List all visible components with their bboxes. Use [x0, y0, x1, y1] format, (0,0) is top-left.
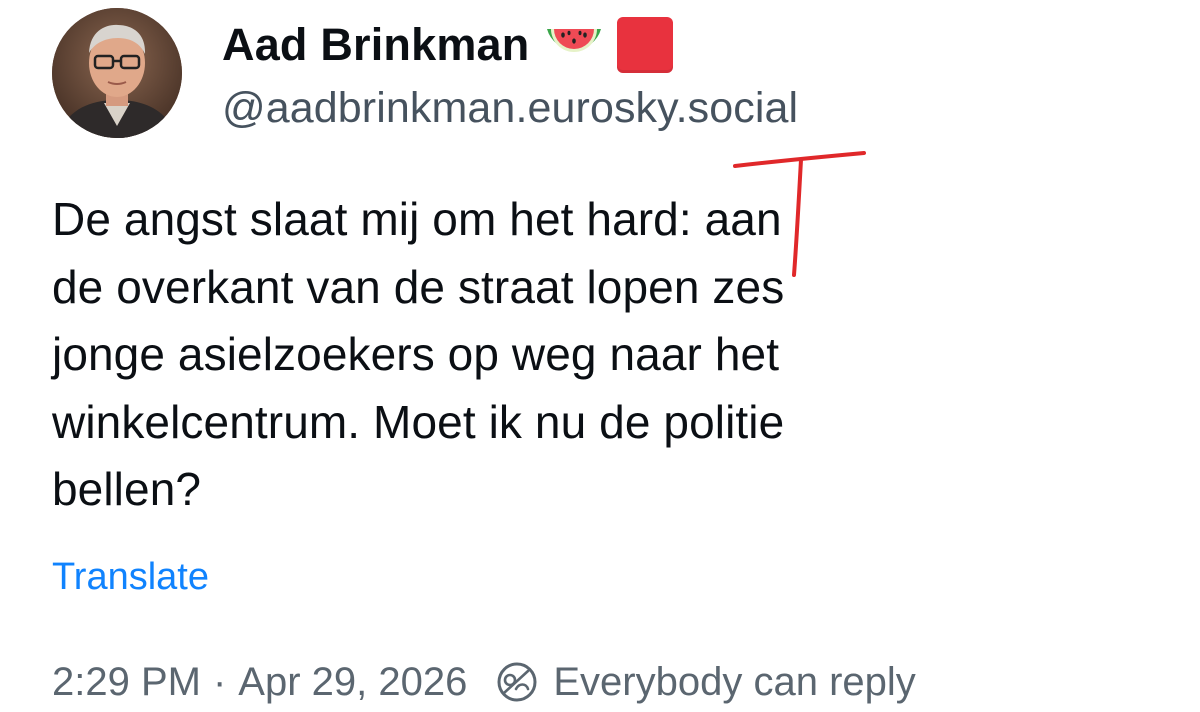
post-text-line: jonge asielzoekers op weg naar het [52, 328, 780, 380]
post-text-line: De angst slaat mij om het hard: aan [52, 193, 782, 245]
meta-separator: · [212, 659, 227, 704]
translate-link[interactable]: Translate [52, 556, 209, 599]
author-handle[interactable]: @aadbrinkman.eurosky.social [222, 84, 798, 133]
avatar[interactable] [52, 8, 182, 138]
post-text-line: de overkant van de straat lopen zes [52, 260, 785, 313]
post-text: De angst slaat mij om het hard: aan de o… [52, 186, 1052, 524]
watermelon-icon [547, 29, 602, 52]
author-display-name-row[interactable]: Aad Brinkman [222, 14, 674, 76]
avatar-photo [52, 8, 182, 138]
reply-setting-label[interactable]: Everybody can reply [553, 660, 915, 705]
post-time: 2:29 PM [52, 659, 201, 704]
post-date: Apr 29, 2026 [238, 659, 468, 704]
author-display-name[interactable]: Aad Brinkman [222, 19, 529, 71]
post-text-line: winkelcentrum. Moet ik nu de politie [52, 395, 785, 448]
post-meta: 2:29 PM · Apr 29, 2026 Everybody can rep… [52, 652, 916, 712]
post-text-line: bellen? [52, 463, 202, 515]
red-square-icon [617, 17, 674, 73]
reply-setting-icon [497, 662, 537, 702]
